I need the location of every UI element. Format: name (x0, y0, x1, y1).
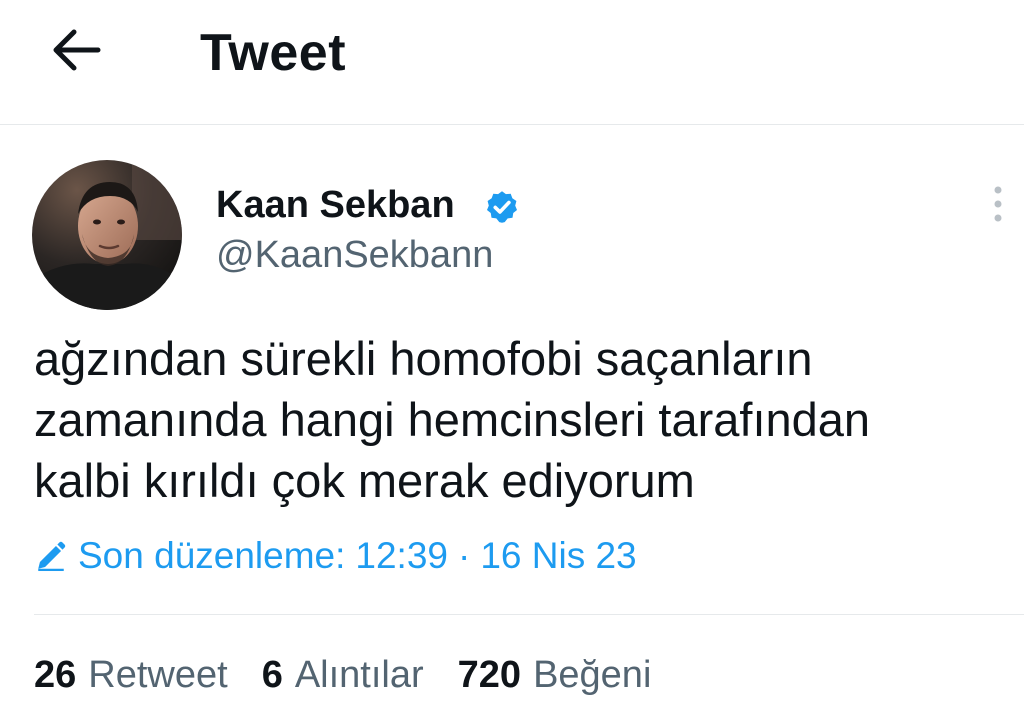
likes-label: Beğeni (533, 654, 652, 696)
page-title: Tweet (200, 24, 347, 82)
back-button[interactable] (40, 22, 112, 78)
edit-separator: · (458, 535, 471, 576)
profile-photo (32, 160, 182, 310)
tweet-text-line: zamanında hangi hemcinsleri tarafından (34, 393, 871, 446)
tweet-text: ağzından sürekli homofobi saçanların zam… (34, 328, 994, 511)
retweets-stat[interactable]: 26 Retweet (34, 654, 228, 697)
verified-badge-icon (487, 191, 517, 223)
divider (34, 614, 1024, 615)
author-name[interactable]: Kaan Sekban (216, 183, 455, 227)
more-options-button[interactable] (980, 180, 1016, 228)
edit-date: 16 Nis 23 (480, 535, 637, 576)
quotes-count: 6 (261, 654, 283, 696)
quotes-label: Alıntılar (294, 654, 424, 696)
tweet-stats: 26 Retweet 6 Alıntılar 720 Beğeni (34, 654, 685, 704)
author-handle[interactable]: @KaanSekbann (216, 233, 493, 277)
avatar[interactable] (32, 160, 182, 310)
edit-label: Son düzenleme: (78, 535, 346, 576)
more-vertical-icon (994, 186, 1002, 222)
retweets-label: Retweet (88, 654, 228, 696)
tweet-page: Tweet Kaan Sekban @KaanSekbann ağzından … (0, 0, 1024, 726)
pencil-icon (38, 541, 66, 572)
edit-time: 12:39 (355, 535, 448, 576)
edit-history-link[interactable]: Son düzenleme: 12:39 · 16 Nis 23 (34, 534, 637, 578)
retweets-count: 26 (34, 654, 77, 696)
arrow-left-icon (53, 29, 101, 71)
tweet-text-line: ağzından sürekli homofobi saçanların (34, 332, 813, 385)
top-app-bar: Tweet (0, 0, 1024, 125)
quotes-stat[interactable]: 6 Alıntılar (262, 654, 424, 697)
likes-stat[interactable]: 720 Beğeni (458, 654, 652, 697)
likes-count: 720 (457, 654, 522, 696)
tweet-text-line: kalbi kırıldı çok merak ediyorum (34, 454, 695, 507)
